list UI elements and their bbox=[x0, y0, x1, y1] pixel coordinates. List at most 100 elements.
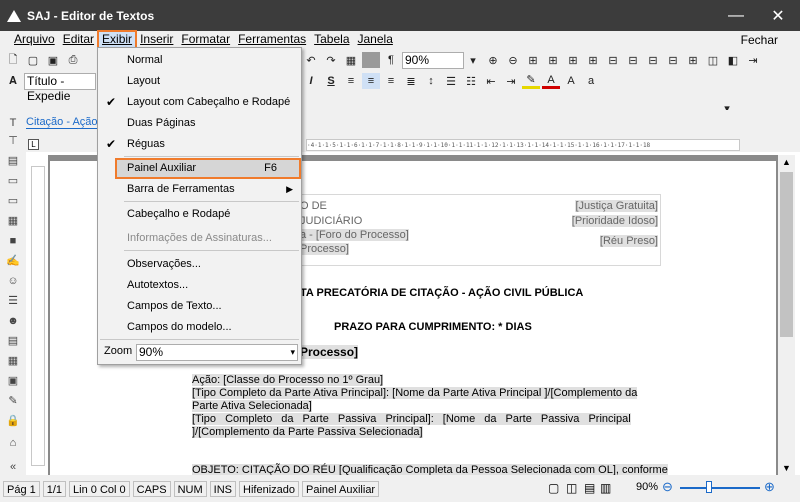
menu-item-normal[interactable]: Normal bbox=[98, 50, 301, 71]
book-view-icon[interactable]: ▥ bbox=[600, 481, 611, 495]
font-color-icon[interactable]: A bbox=[542, 73, 560, 89]
grid-icon-6[interactable]: ⊟ bbox=[624, 52, 642, 68]
underline-icon[interactable]: S bbox=[322, 73, 340, 89]
table-icon[interactable]: ▦ bbox=[342, 52, 360, 68]
vertical-scrollbar[interactable]: ▲ ▼ bbox=[778, 155, 795, 475]
zoom-out-icon[interactable]: ⊖ bbox=[504, 52, 522, 68]
menu-exibir[interactable]: Exibir bbox=[97, 30, 138, 49]
zoom-out-icon[interactable]: ⊖ bbox=[662, 479, 673, 495]
grid-icon-9[interactable]: ⊞ bbox=[684, 52, 702, 68]
menu-item-aux-panel[interactable]: Painel Auxiliar F6 bbox=[115, 158, 301, 179]
people-icon[interactable]: ☻ bbox=[6, 314, 20, 328]
zoom-combo[interactable]: 90% bbox=[402, 51, 464, 69]
menu-zoom-combo[interactable]: 90% ▾ bbox=[136, 344, 298, 361]
scroll-up-icon[interactable]: ▲ bbox=[782, 157, 791, 167]
menu-item-notes[interactable]: Observações... bbox=[98, 254, 301, 275]
grid-icon[interactable]: ⊞ bbox=[524, 52, 542, 68]
close-window-button[interactable]: ✕ bbox=[758, 0, 798, 31]
print-icon[interactable]: ⎙ bbox=[64, 52, 82, 68]
tab-stop-icon[interactable]: L bbox=[28, 139, 39, 150]
tab-citacao[interactable]: Citação - Ação bbox=[26, 116, 98, 129]
undo-icon[interactable]: ↶ bbox=[302, 52, 320, 68]
ruler-toggle-icon[interactable]: ⊤ bbox=[6, 134, 20, 148]
redo-icon[interactable]: ↷ bbox=[322, 52, 340, 68]
align-right-icon[interactable]: ≡ bbox=[382, 73, 400, 89]
close-document-button[interactable]: Fechar bbox=[741, 33, 778, 47]
split-cells-icon[interactable]: ◫ bbox=[704, 52, 722, 68]
vertical-ruler[interactable] bbox=[31, 166, 45, 466]
menu-item-header-footer[interactable]: Cabeçalho e Rodapé bbox=[98, 204, 301, 225]
paragraph-mark-icon[interactable]: ¶ bbox=[382, 52, 400, 68]
highlight-icon[interactable]: ✎ bbox=[522, 73, 540, 89]
bars-icon[interactable]: ☰ bbox=[6, 294, 20, 308]
lock-icon[interactable]: 🔒 bbox=[6, 414, 20, 428]
grid-icon-8[interactable]: ⊟ bbox=[664, 52, 682, 68]
menu-arquivo[interactable]: Arquivo bbox=[10, 31, 59, 48]
grid-icon-2[interactable]: ⊞ bbox=[544, 52, 562, 68]
zoom-slider[interactable] bbox=[680, 487, 760, 489]
signature-icon[interactable]: ✍ bbox=[6, 254, 20, 268]
menu-item-text-fields[interactable]: Campos de Texto... bbox=[98, 296, 301, 317]
menu-item-autotexts[interactable]: Autotextos... bbox=[98, 275, 301, 296]
page-view-icon[interactable]: ▢ bbox=[548, 481, 559, 495]
shading-icon[interactable] bbox=[362, 52, 380, 68]
align-left-icon[interactable]: ≡ bbox=[342, 73, 360, 89]
line-spacing-icon[interactable]: ↕ bbox=[422, 73, 440, 89]
block-icon[interactable]: ■ bbox=[6, 234, 20, 248]
menu-item-layout[interactable]: Layout bbox=[98, 71, 301, 92]
grid-icon-3[interactable]: ⊞ bbox=[564, 52, 582, 68]
menu-editar[interactable]: Editar bbox=[59, 31, 98, 48]
numbering-icon[interactable]: ☷ bbox=[462, 73, 480, 89]
ruler-scale[interactable]: ·4·1·1·5·1·1·6·1·1·7·1·1·8·1·1·9·1·1·10·… bbox=[306, 139, 740, 151]
grid-icon-5[interactable]: ⊟ bbox=[604, 52, 622, 68]
open-icon[interactable]: ▢ bbox=[24, 52, 42, 68]
stamp-icon[interactable]: ⌂ bbox=[6, 436, 20, 450]
zoom-in-icon[interactable]: ⊕ bbox=[764, 479, 775, 495]
minimize-button[interactable]: — bbox=[716, 0, 756, 31]
align-center-icon[interactable]: ≡ bbox=[362, 73, 380, 89]
style-icon[interactable]: 𝐀 bbox=[4, 73, 22, 89]
merge-cells-icon[interactable]: ◧ bbox=[724, 52, 742, 68]
layout-icon[interactable]: ▤ bbox=[6, 154, 20, 168]
menu-item-layout-header-footer[interactable]: ✔ Layout com Cabeçalho e Rodapé bbox=[98, 92, 301, 113]
document-icon[interactable]: ▤ bbox=[6, 334, 20, 348]
edit-icon[interactable]: ✎ bbox=[6, 394, 20, 408]
multi-page-view-icon[interactable]: ▤ bbox=[584, 481, 595, 495]
menu-item-two-pages[interactable]: Duas Páginas bbox=[98, 113, 301, 134]
menu-item-template-fields[interactable]: Campos do modelo... bbox=[98, 317, 301, 338]
indent-increase-icon[interactable]: ⇥ bbox=[502, 73, 520, 89]
save-icon[interactable]: ▣ bbox=[6, 374, 20, 388]
zoom-slider-handle[interactable] bbox=[706, 481, 712, 493]
calendar-icon[interactable]: ▦ bbox=[6, 354, 20, 368]
indent-decrease-icon[interactable]: ⇤ bbox=[482, 73, 500, 89]
style-combo[interactable]: Título - Expedie bbox=[24, 72, 96, 103]
menu-janela[interactable]: Janela bbox=[354, 31, 397, 48]
insert-row-icon[interactable]: ⇥ bbox=[744, 52, 762, 68]
scroll-down-icon[interactable]: ▼ bbox=[782, 463, 791, 473]
menu-inserir[interactable]: Inserir bbox=[136, 31, 177, 48]
note-icon[interactable]: ▭ bbox=[6, 194, 20, 208]
italic-icon[interactable]: I bbox=[302, 73, 320, 89]
grow-font-icon[interactable]: A bbox=[562, 73, 580, 89]
menu-item-toolbars[interactable]: Barra de Ferramentas ▶ bbox=[98, 179, 301, 200]
justify-icon[interactable]: ≣ bbox=[402, 73, 420, 89]
menu-item-rulers[interactable]: ✔ Réguas bbox=[98, 134, 301, 155]
comment-icon[interactable]: ▭ bbox=[6, 174, 20, 188]
person-icon[interactable]: ☺ bbox=[6, 274, 20, 288]
text-format-icon[interactable]: T bbox=[6, 116, 20, 130]
zoom-in-icon[interactable]: ⊕ bbox=[484, 52, 502, 68]
grid-icon-7[interactable]: ⊟ bbox=[644, 52, 662, 68]
fields-icon[interactable]: ▦ bbox=[6, 214, 20, 228]
shrink-font-icon[interactable]: a bbox=[582, 73, 600, 89]
scroll-thumb[interactable] bbox=[780, 172, 793, 337]
menu-formatar[interactable]: Formatar bbox=[177, 31, 234, 48]
menu-ferramentas[interactable]: Ferramentas bbox=[234, 31, 310, 48]
menu-tabela[interactable]: Tabela bbox=[310, 31, 353, 48]
grid-icon-4[interactable]: ⊞ bbox=[584, 52, 602, 68]
two-page-view-icon[interactable]: ◫ bbox=[566, 481, 577, 495]
save-icon[interactable]: ▣ bbox=[44, 52, 62, 68]
collapse-icon[interactable]: « bbox=[6, 460, 20, 474]
chevron-down-icon[interactable]: ▾ bbox=[464, 52, 482, 68]
bullets-icon[interactable]: ☰ bbox=[442, 73, 460, 89]
new-document-icon[interactable]: 🗋 bbox=[4, 52, 22, 68]
